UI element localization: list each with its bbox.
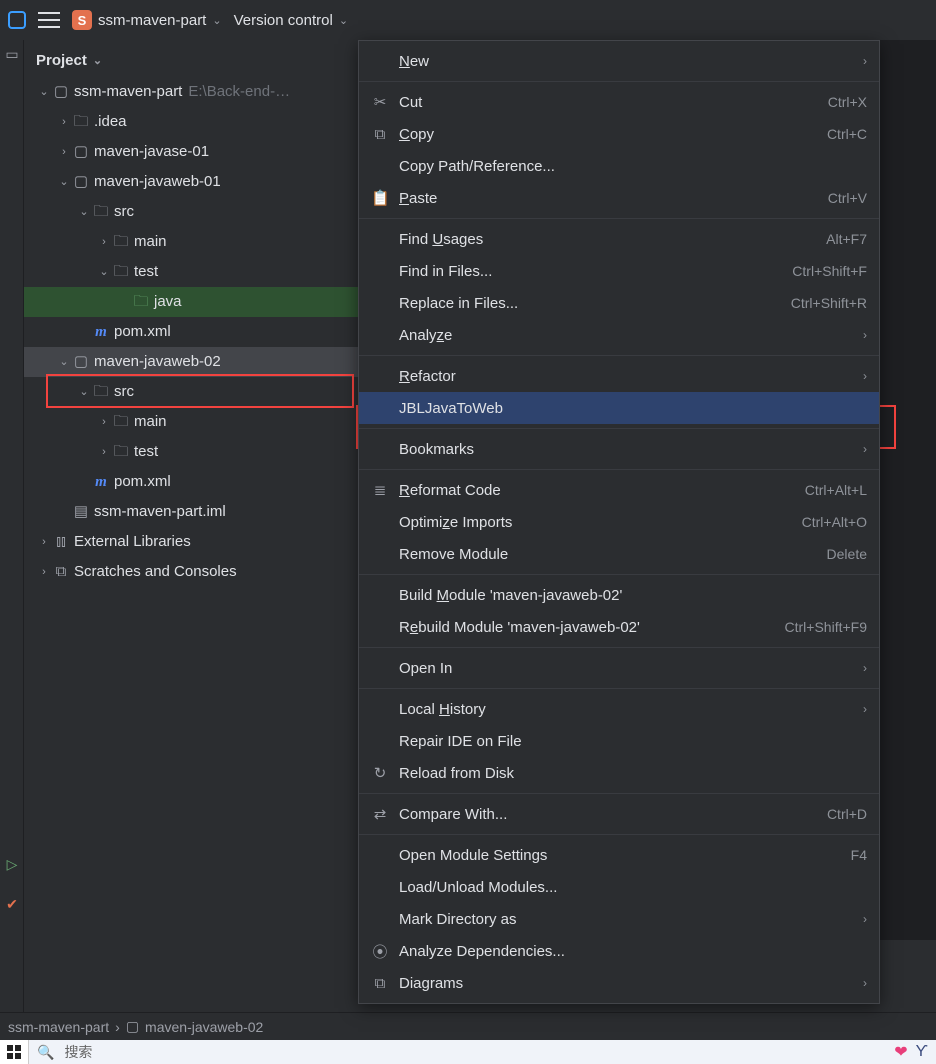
tree-module-javaweb02[interactable]: ⌄▢maven-javaweb-02	[24, 347, 364, 377]
menu-copy[interactable]: ⧉CopyCtrl+C	[359, 118, 879, 150]
menu-replace-in-files[interactable]: Replace in Files...Ctrl+Shift+R	[359, 287, 879, 319]
tree-folder-java[interactable]: 🗀java	[24, 287, 364, 317]
taskbar-tray: ❤ Ƴ	[308, 1042, 936, 1062]
menu-copy-path[interactable]: Copy Path/Reference...	[359, 150, 879, 182]
menu-compare-with[interactable]: ⇄Compare With...Ctrl+D	[359, 798, 879, 830]
tree-module-javase01[interactable]: ›▢maven-javase-01	[24, 137, 364, 167]
tree-folder-main[interactable]: ›🗀main	[24, 227, 364, 257]
menu-cut[interactable]: ✂CutCtrl+X	[359, 86, 879, 118]
start-button[interactable]	[0, 1040, 28, 1064]
menu-separator	[359, 355, 879, 356]
menu-analyze[interactable]: Analyze›	[359, 319, 879, 351]
vcs-selector[interactable]: Version control ⌄	[234, 12, 348, 29]
heart-icon: ❤	[894, 1042, 907, 1062]
menu-diagrams[interactable]: ⧉Diagrams›	[359, 967, 879, 999]
menu-bookmarks[interactable]: Bookmarks›	[359, 433, 879, 465]
context-menu: New› ✂CutCtrl+X ⧉CopyCtrl+C Copy Path/Re…	[358, 40, 880, 1004]
menu-mark-directory[interactable]: Mark Directory as›	[359, 903, 879, 935]
tree-file-pom[interactable]: mpom.xml	[24, 467, 364, 497]
breadcrumb-item[interactable]: ssm-maven-part	[8, 1019, 109, 1035]
search-icon: 🔍	[37, 1044, 54, 1061]
app-logo-icon	[8, 11, 26, 29]
tree-root[interactable]: ⌄▢ssm-maven-partE:\Back-end-…	[24, 77, 364, 107]
project-badge: S	[72, 10, 92, 30]
tree-folder-src[interactable]: ⌄🗀src	[24, 197, 364, 227]
breadcrumb: ssm-maven-part › ▢ maven-javaweb-02	[0, 1012, 936, 1040]
vcs-label: Version control	[234, 12, 333, 29]
menu-load-unload[interactable]: Load/Unload Modules...	[359, 871, 879, 903]
menu-find-in-files[interactable]: Find in Files...Ctrl+Shift+F	[359, 255, 879, 287]
chevron-down-icon: ⌄	[212, 14, 221, 27]
project-panel-title[interactable]: Project ⌄	[24, 48, 364, 77]
project-selector[interactable]: S ssm-maven-part ⌄	[72, 10, 222, 30]
titlebar: S ssm-maven-part ⌄ Version control ⌄	[0, 0, 936, 40]
project-tree: ⌄▢ssm-maven-partE:\Back-end-… ›🗀.idea ›▢…	[24, 77, 364, 587]
windows-taskbar: 🔍 搜索 ❤ Ƴ	[0, 1040, 936, 1064]
menu-separator	[359, 688, 879, 689]
chevron-down-icon: ⌄	[339, 14, 348, 27]
chevron-down-icon: ⌄	[93, 54, 102, 67]
menu-analyze-deps[interactable]: ⦿Analyze Dependencies...	[359, 935, 879, 967]
project-name: ssm-maven-part	[98, 12, 206, 29]
project-tool-button[interactable]: ▭	[0, 40, 24, 68]
menu-rebuild-module[interactable]: Rebuild Module 'maven-javaweb-02'Ctrl+Sh…	[359, 611, 879, 643]
menu-refactor[interactable]: Refactor›	[359, 360, 879, 392]
menu-remove-module[interactable]: Remove ModuleDelete	[359, 538, 879, 570]
menu-open-in[interactable]: Open In›	[359, 652, 879, 684]
menu-local-history[interactable]: Local History›	[359, 693, 879, 725]
menu-repair-ide[interactable]: Repair IDE on File	[359, 725, 879, 757]
left-tool-stripe: ▭ ▷ ✔	[0, 40, 24, 1064]
menu-separator	[359, 647, 879, 648]
menu-jbljavatoweb[interactable]: JBLJavaToWeb	[359, 392, 879, 424]
tree-module-javaweb01[interactable]: ⌄▢maven-javaweb-01	[24, 167, 364, 197]
menu-reload-disk[interactable]: ↻Reload from Disk	[359, 757, 879, 789]
menu-separator	[359, 574, 879, 575]
run-tool-button[interactable]: ▷	[0, 850, 24, 878]
stethoscope-icon: Ƴ	[916, 1043, 928, 1061]
tree-file-iml[interactable]: ▤ssm-maven-part.iml	[24, 497, 364, 527]
taskbar-search[interactable]: 🔍 搜索	[28, 1040, 308, 1064]
test-tool-button[interactable]: ✔	[0, 890, 24, 918]
menu-new[interactable]: New›	[359, 45, 879, 77]
module-icon: ▢	[126, 1018, 139, 1035]
menu-find-usages[interactable]: Find UsagesAlt+F7	[359, 223, 879, 255]
tree-folder-test[interactable]: ›🗀test	[24, 437, 364, 467]
menu-separator	[359, 81, 879, 82]
menu-separator	[359, 428, 879, 429]
menu-separator	[359, 793, 879, 794]
tree-folder-idea[interactable]: ›🗀.idea	[24, 107, 364, 137]
menu-paste[interactable]: 📋PasteCtrl+V	[359, 182, 879, 214]
main-menu-button[interactable]	[38, 12, 60, 28]
tree-file-pom[interactable]: mpom.xml	[24, 317, 364, 347]
chevron-right-icon: ›	[115, 1019, 120, 1035]
tree-scratches[interactable]: ›⧉Scratches and Consoles	[24, 557, 364, 587]
menu-open-module-settings[interactable]: Open Module SettingsF4	[359, 839, 879, 871]
menu-optimize-imports[interactable]: Optimize ImportsCtrl+Alt+O	[359, 506, 879, 538]
menu-separator	[359, 834, 879, 835]
tree-folder-main[interactable]: ›🗀main	[24, 407, 364, 437]
tree-external-libraries[interactable]: ›⫾⫾External Libraries	[24, 527, 364, 557]
menu-separator	[359, 218, 879, 219]
project-panel: Project ⌄ ⌄▢ssm-maven-partE:\Back-end-… …	[24, 40, 364, 1000]
breadcrumb-item[interactable]: maven-javaweb-02	[145, 1019, 263, 1035]
menu-reformat[interactable]: ≣Reformat CodeCtrl+Alt+L	[359, 474, 879, 506]
tree-folder-src[interactable]: ⌄🗀src	[24, 377, 364, 407]
tree-folder-test[interactable]: ⌄🗀test	[24, 257, 364, 287]
menu-build-module[interactable]: Build Module 'maven-javaweb-02'	[359, 579, 879, 611]
search-placeholder: 搜索	[64, 1042, 92, 1062]
menu-separator	[359, 469, 879, 470]
